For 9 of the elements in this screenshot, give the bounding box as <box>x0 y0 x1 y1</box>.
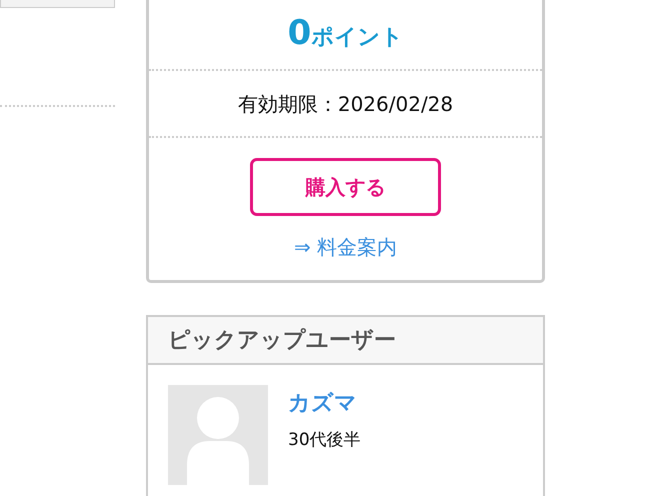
section-title: ピックアップユーザー <box>168 326 396 354</box>
user-age: 30代後半 <box>288 429 361 452</box>
buy-button[interactable]: 購入する <box>250 158 441 216</box>
avatar-icon <box>168 385 268 485</box>
points-value: 0 <box>288 13 312 53</box>
expiry-date: 有効期限：2026/02/28 <box>238 92 454 116</box>
points-unit: ポイント <box>311 25 404 50</box>
user-name[interactable]: カズマ <box>288 387 361 420</box>
pricing-link[interactable]: ⇒ 料金案内 <box>294 232 398 262</box>
